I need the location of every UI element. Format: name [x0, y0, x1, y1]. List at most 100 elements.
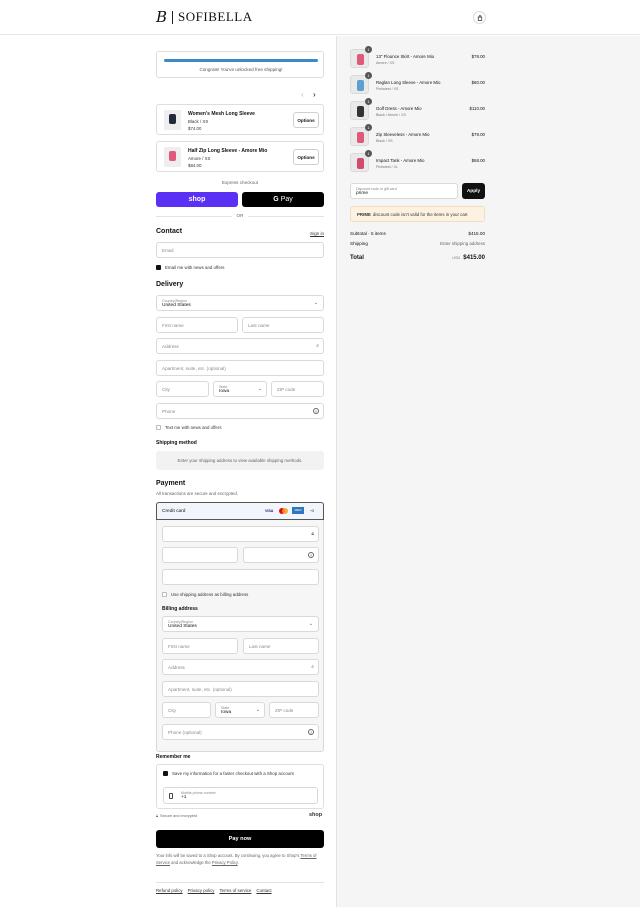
privacy-link[interactable]: Privacy Policy [212, 860, 238, 865]
secure-text: Secure and encrypted [160, 814, 198, 818]
discount-value: prime [356, 190, 368, 196]
upsell-options-button[interactable]: Options [293, 149, 319, 165]
quantity-badge: 1 [365, 72, 372, 79]
upsell-price: $84.00 [188, 163, 202, 168]
cart-item-variant: Pinkstest / XS [376, 87, 399, 91]
legal-part2: and acknowledge the [171, 859, 211, 865]
zip-field[interactable]: ZIP code [271, 381, 324, 397]
upsell-card: Women's Mesh Long Sleeve Black / XS $74.… [156, 104, 324, 135]
state-select[interactable]: State Iowa ⌄ [213, 381, 267, 397]
legal-part1: Your info will be saved to a Shop accoun… [156, 853, 300, 858]
or-text: OR [232, 213, 248, 218]
subtotal-value: $415.00 [468, 231, 485, 236]
billing-first-name-field[interactable]: First name [162, 638, 238, 654]
last-name-placeholder: Last name [248, 322, 270, 328]
payment-title: Payment [156, 480, 186, 487]
legal-end: . [237, 859, 239, 865]
credit-card-option[interactable]: Credit card VISA AMEX +5 [156, 502, 324, 520]
security-code-field[interactable]: ? [243, 547, 319, 563]
card-number-field[interactable]: 🔒︎ [162, 526, 319, 542]
expiration-field[interactable] [162, 547, 238, 563]
carousel-next-icon[interactable]: › [313, 90, 316, 99]
refund-policy-link[interactable]: Refund policy [156, 888, 183, 893]
billing-last-name-field[interactable]: Last name [243, 638, 319, 654]
search-icon: ⌕ [311, 664, 314, 670]
email-news-checkbox[interactable] [156, 265, 161, 270]
subtotal-label: Subtotal · 5 items [350, 231, 386, 236]
cart-bag-icon[interactable] [473, 11, 486, 24]
quantity-badge: 1 [365, 98, 372, 105]
country-select[interactable]: Country/Region United States ⌄ [156, 295, 324, 311]
credit-card-label: Credit card [162, 509, 186, 514]
logo-mark: B [156, 8, 168, 26]
email-field[interactable]: Email [156, 242, 324, 258]
currency-code: USD [452, 256, 461, 260]
phone-field[interactable]: Phone ? [156, 403, 324, 419]
chevron-down-icon: ⌄ [257, 386, 262, 392]
total-amount: USD $415.00 [435, 255, 485, 261]
total-label: Total [350, 255, 364, 261]
billing-city-placeholder: City [168, 707, 176, 713]
billing-address-field[interactable]: Address ⌕ [162, 659, 319, 675]
checkout-form: Congrats! You've unlocked free shipping!… [0, 36, 336, 907]
billing-country-select[interactable]: Country/Region United States ⌄ [162, 616, 319, 632]
google-pay-button[interactable]: G Pay [242, 192, 324, 207]
help-icon[interactable]: ? [308, 552, 314, 558]
cart-item-name: Golf Dress - Amore Mio [376, 106, 422, 111]
same-address-option[interactable]: Use shipping address as billing address [162, 592, 248, 597]
email-news-option[interactable]: Email me with news and offers [156, 265, 224, 270]
state-value: Iowa [219, 388, 230, 394]
billing-apartment-field[interactable]: Apartment, suite, etc. (optional) [162, 681, 319, 697]
shop-pay-button[interactable]: shop [156, 192, 238, 207]
text-news-checkbox[interactable] [156, 425, 161, 430]
mobile-phone-field[interactable]: Mobile phone number +1 [163, 787, 318, 804]
pay-now-button[interactable]: Pay now [156, 830, 324, 848]
city-placeholder: City [162, 386, 170, 392]
billing-phone-field[interactable]: Phone (optional) ? [162, 724, 319, 740]
billing-zip-field[interactable]: ZIP code [269, 702, 319, 718]
upsell-image [164, 110, 181, 130]
remember-me-title: Remember me [156, 754, 191, 760]
upsell-price: $74.00 [188, 126, 202, 131]
cart-item-price: $78.00 [471, 54, 485, 59]
apply-button[interactable]: Apply [462, 183, 485, 199]
billing-city-field[interactable]: City [162, 702, 211, 718]
city-field[interactable]: City [156, 381, 209, 397]
last-name-field[interactable]: Last name [242, 317, 324, 333]
quantity-badge: 1 [365, 124, 372, 131]
privacy-policy-link[interactable]: Privacy policy [188, 888, 215, 893]
brand-logo[interactable]: B SOFIBELLA [156, 9, 253, 25]
delivery-title: Delivery [156, 281, 184, 288]
sign-in-link[interactable]: Sign in [310, 231, 324, 236]
help-icon[interactable]: ? [308, 729, 314, 735]
save-info-option[interactable]: Save my information for a faster checkou… [163, 771, 294, 776]
text-news-option[interactable]: Text me with news and offers [156, 425, 222, 430]
cart-item-price: $80.00 [471, 80, 485, 85]
billing-first-name-placeholder: First name [168, 643, 190, 649]
cart-item-variant: Pinkstest / XL [376, 165, 398, 169]
save-info-label: Save my information for a faster checkou… [172, 771, 294, 776]
logo-divider [172, 10, 174, 24]
billing-state-select[interactable]: State Iowa ⌄ [215, 702, 265, 718]
contact-title: Contact [156, 228, 183, 235]
visa-icon: VISA [265, 509, 274, 513]
contact-link[interactable]: Contact [256, 888, 271, 893]
address-field[interactable]: Address ⌕ [156, 338, 324, 354]
discount-field[interactable]: Discount code or gift card prime [350, 183, 458, 199]
help-icon[interactable]: ? [313, 408, 319, 414]
apartment-placeholder: Apartment, suite, etc. (optional) [162, 365, 226, 371]
billing-last-name-placeholder: Last name [249, 643, 271, 649]
upsell-options-button[interactable]: Options [293, 112, 319, 128]
apartment-field[interactable]: Apartment, suite, etc. (optional) [156, 360, 324, 376]
quantity-badge: 1 [365, 46, 372, 53]
shipping-method-note: Enter your shipping address to view avai… [156, 451, 324, 470]
carousel-prev-icon[interactable]: ‹ [301, 90, 304, 99]
save-info-checkbox[interactable] [163, 771, 168, 776]
phone-placeholder: Phone [162, 408, 176, 414]
upsell-image [164, 147, 181, 167]
name-on-card-field[interactable] [162, 569, 319, 585]
terms-of-service-link[interactable]: Terms of service [219, 888, 251, 893]
more-cards-badge: +5 [310, 509, 315, 513]
same-address-checkbox[interactable] [162, 592, 167, 597]
first-name-field[interactable]: First name [156, 317, 238, 333]
